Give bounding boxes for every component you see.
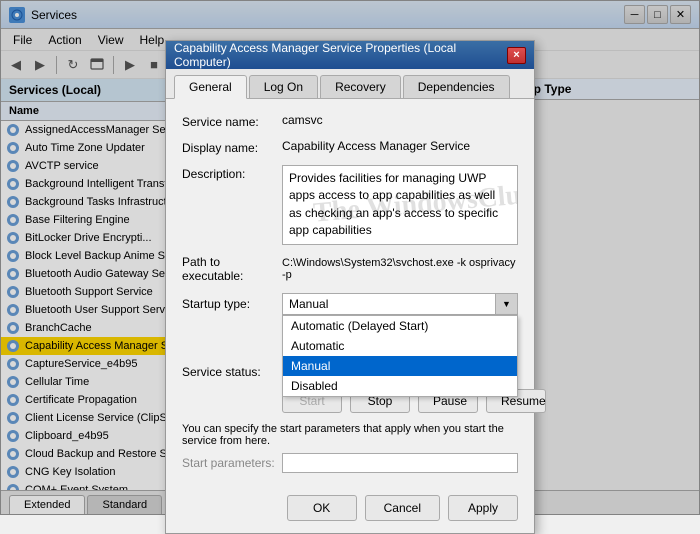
path-row: Path to executable: C:\Windows\System32\… bbox=[182, 255, 518, 283]
startup-select-wrapper: Manual ▼ Automatic (Delayed Start) Autom… bbox=[282, 293, 518, 315]
dialog-close-button[interactable]: × bbox=[507, 47, 526, 64]
tab-logon[interactable]: Log On bbox=[249, 75, 318, 98]
status-label: Service status: bbox=[182, 365, 282, 379]
properties-dialog: Capability Access Manager Service Proper… bbox=[165, 40, 535, 534]
dropdown-option-automatic[interactable]: Automatic bbox=[283, 336, 517, 356]
description-row: Description: Provides facilities for man… bbox=[182, 165, 518, 245]
display-name-value: Capability Access Manager Service bbox=[282, 139, 518, 153]
params-label: Start parameters: bbox=[182, 456, 282, 470]
tab-general[interactable]: General bbox=[174, 75, 247, 99]
dialog-title-text: Capability Access Manager Service Proper… bbox=[174, 41, 507, 69]
main-window: Services ─ □ ✕ File Action View Help ◀ ▶… bbox=[0, 0, 700, 515]
dialog-tabs: General Log On Recovery Dependencies bbox=[166, 69, 534, 99]
description-text: Provides facilities for managing UWP app… bbox=[289, 171, 498, 237]
display-name-row: Display name: Capability Access Manager … bbox=[182, 139, 518, 155]
startup-selected-value: Manual bbox=[289, 297, 328, 311]
description-label: Description: bbox=[182, 165, 282, 181]
tab-recovery[interactable]: Recovery bbox=[320, 75, 401, 98]
display-name-label: Display name: bbox=[182, 139, 282, 155]
params-input[interactable] bbox=[282, 453, 518, 473]
description-box: Provides facilities for managing UWP app… bbox=[282, 165, 518, 245]
dropdown-option-auto-delayed[interactable]: Automatic (Delayed Start) bbox=[283, 316, 517, 336]
apply-button[interactable]: Apply bbox=[448, 495, 518, 521]
ok-button[interactable]: OK bbox=[287, 495, 357, 521]
dialog-content: Service name: camsvc Display name: Capab… bbox=[166, 99, 534, 487]
service-name-label: Service name: bbox=[182, 113, 282, 129]
dialog-title-bar: Capability Access Manager Service Proper… bbox=[166, 41, 534, 69]
modal-overlay: Capability Access Manager Service Proper… bbox=[0, 0, 700, 515]
service-name-row: Service name: camsvc bbox=[182, 113, 518, 129]
dropdown-arrow-icon: ▼ bbox=[495, 294, 517, 314]
startup-dropdown: Automatic (Delayed Start) Automatic Manu… bbox=[282, 315, 518, 397]
startup-label: Startup type: bbox=[182, 297, 282, 311]
service-name-value: camsvc bbox=[282, 113, 518, 127]
dialog-footer: OK Cancel Apply bbox=[166, 487, 534, 533]
path-label: Path to executable: bbox=[182, 255, 282, 283]
params-row: Start parameters: bbox=[182, 453, 518, 473]
startup-select-display[interactable]: Manual ▼ bbox=[282, 293, 518, 315]
path-value: C:\Windows\System32\svchost.exe -k ospri… bbox=[282, 257, 518, 281]
dropdown-option-manual[interactable]: Manual bbox=[283, 356, 517, 376]
tab-dependencies[interactable]: Dependencies bbox=[403, 75, 510, 98]
dropdown-option-disabled[interactable]: Disabled bbox=[283, 376, 517, 396]
cancel-button[interactable]: Cancel bbox=[365, 495, 440, 521]
startup-row: Startup type: Manual ▼ Automatic (Delaye… bbox=[182, 293, 518, 315]
params-note: You can specify the start parameters tha… bbox=[182, 423, 518, 447]
